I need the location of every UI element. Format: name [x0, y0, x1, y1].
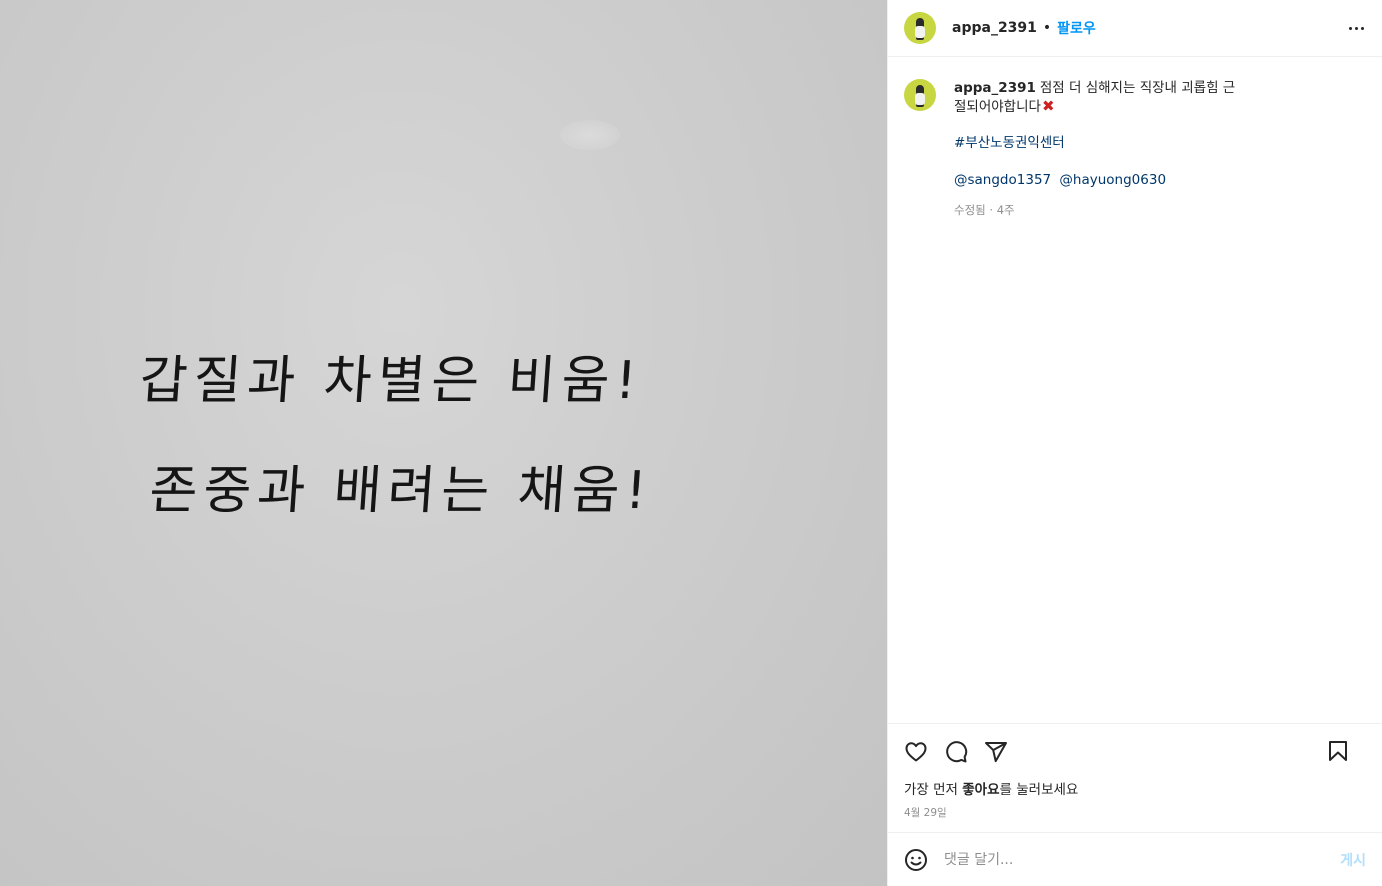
- heart-icon[interactable]: [904, 740, 928, 764]
- likes-suffix: 를 눌러보세요: [999, 782, 1079, 798]
- more-horizontal-icon[interactable]: [1346, 18, 1366, 38]
- caption-username[interactable]: appa_2391: [954, 80, 1036, 96]
- post-header: appa_2391 • 팔로우: [888, 0, 1382, 57]
- handwritten-line-1: 갑질과 차별은 비움!: [137, 351, 645, 411]
- caption: appa_2391 점점 더 심해지는 직장내 괴롭힘 근절되어야합니다✖ #부산…: [888, 57, 1382, 219]
- post-image: 갑질과 차별은 비움! 존중과 배려는 채움!: [0, 0, 887, 886]
- header-username[interactable]: appa_2391: [952, 20, 1037, 36]
- follow-button[interactable]: 팔로우: [1057, 18, 1096, 38]
- post-side-panel: appa_2391 • 팔로우 appa_2391 점점 더 심해지는 직장내 괴…: [887, 0, 1382, 886]
- handwritten-line-2: 존중과 배려는 채움!: [147, 461, 655, 521]
- smiley-icon[interactable]: [904, 848, 928, 872]
- caption-avatar[interactable]: [904, 79, 936, 111]
- bookmark-icon[interactable]: [1326, 739, 1350, 763]
- likes-bold[interactable]: 좋아요: [962, 782, 999, 798]
- caption-meta: 수정됨 · 4주: [954, 203, 1015, 217]
- actions-area: 가장 먼저 좋아요를 눌러보세요 4월 29일: [888, 723, 1382, 820]
- likes-text: 가장 먼저 좋아요를 눌러보세요: [888, 778, 1382, 798]
- caption-body: appa_2391 점점 더 심해지는 직장내 괴롭힘 근절되어야합니다✖ #부산…: [954, 79, 1244, 219]
- header-separator: •: [1042, 20, 1052, 36]
- share-icon[interactable]: [984, 740, 1008, 764]
- comment-input[interactable]: [944, 851, 1341, 868]
- comment-icon[interactable]: [944, 740, 968, 764]
- comment-bar: 게시: [888, 832, 1382, 886]
- hashtag-link[interactable]: #부산노동권익센터: [954, 134, 1244, 152]
- cross-mark-emoji: ✖: [1041, 97, 1055, 115]
- post-date[interactable]: 4월 29일: [888, 805, 1382, 820]
- likes-prefix: 가장 먼저: [904, 782, 963, 798]
- mention-link[interactable]: @sangdo1357: [954, 172, 1051, 188]
- paper-crease: [560, 120, 620, 150]
- mention-link[interactable]: @hayuong0630: [1059, 172, 1166, 188]
- post-comment-button[interactable]: 게시: [1340, 850, 1366, 870]
- avatar[interactable]: [904, 12, 936, 44]
- mentions: @sangdo1357 @hayuong0630: [954, 171, 1244, 189]
- action-bar: [888, 724, 1382, 779]
